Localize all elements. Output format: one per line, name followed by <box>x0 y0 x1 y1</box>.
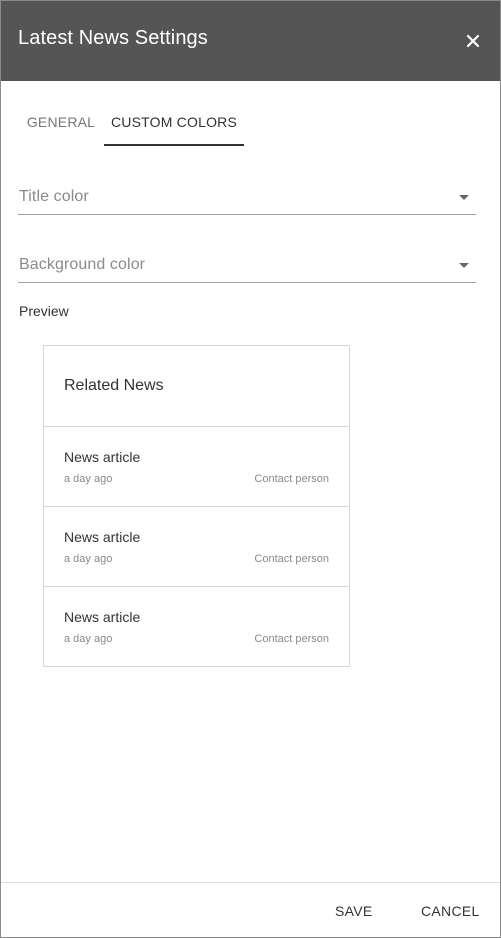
caret-down-icon <box>459 195 469 200</box>
news-title: News article <box>64 609 141 625</box>
title-color-select[interactable]: Title color <box>18 179 476 215</box>
background-color-select[interactable]: Background color <box>18 247 476 283</box>
news-date: a day ago <box>64 553 113 565</box>
dialog-header: Latest News Settings <box>1 1 500 81</box>
tab-custom-colors[interactable]: CUSTOM COLORS <box>104 101 244 146</box>
news-contact: Contact person <box>254 473 329 485</box>
news-contact: Contact person <box>254 633 329 645</box>
tab-bar: GENERAL CUSTOM COLORS <box>18 101 498 147</box>
dialog-footer: SAVE CANCEL <box>1 882 500 937</box>
news-item[interactable]: News article a day ago Contact person <box>44 427 349 507</box>
cancel-button[interactable]: CANCEL <box>421 903 480 919</box>
news-date: a day ago <box>64 473 113 485</box>
close-icon <box>466 34 480 48</box>
news-date: a day ago <box>64 633 113 645</box>
preview-card: Related News News article a day ago Cont… <box>43 345 350 667</box>
settings-dialog: Latest News Settings GENERAL CUSTOM COLO… <box>0 0 501 938</box>
save-button[interactable]: SAVE <box>335 903 373 919</box>
caret-down-icon <box>459 263 469 268</box>
title-color-label: Title color <box>19 188 89 205</box>
news-title: News article <box>64 449 141 465</box>
dialog-title: Latest News Settings <box>18 27 208 49</box>
news-contact: Contact person <box>254 553 329 565</box>
background-color-label: Background color <box>19 256 146 273</box>
preview-label: Preview <box>19 303 69 319</box>
news-item[interactable]: News article a day ago Contact person <box>44 587 349 667</box>
card-header: Related News <box>44 346 349 427</box>
news-title: News article <box>64 529 141 545</box>
tab-general[interactable]: GENERAL <box>18 101 104 146</box>
news-item[interactable]: News article a day ago Contact person <box>44 507 349 587</box>
card-title: Related News <box>64 377 164 394</box>
close-button[interactable] <box>461 29 485 53</box>
